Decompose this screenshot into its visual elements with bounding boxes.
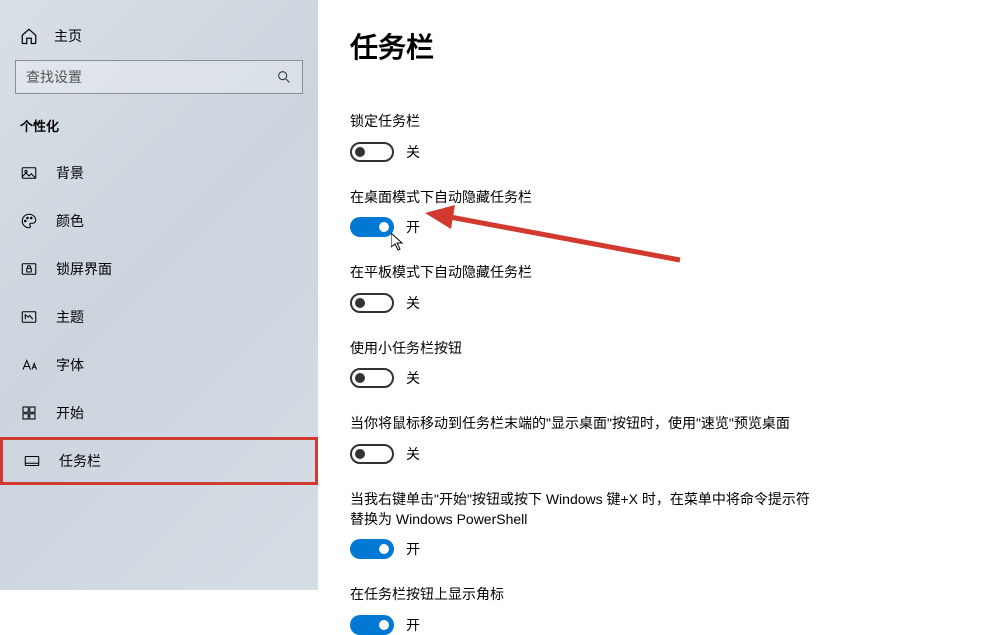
home-icon bbox=[20, 27, 38, 45]
toggle-small-buttons[interactable] bbox=[350, 368, 394, 388]
setting-lock-taskbar: 锁定任务栏 关 bbox=[350, 112, 948, 162]
sidebar-item-colors[interactable]: 颜色 bbox=[0, 197, 318, 245]
toggle-state: 开 bbox=[406, 615, 420, 635]
sidebar: 主页 个性化 背景 颜色 锁屏界面 主题 字体 开始 bbox=[0, 0, 318, 590]
search-input[interactable] bbox=[26, 69, 276, 85]
toggle-row: 关 bbox=[350, 444, 948, 464]
fonts-icon bbox=[20, 356, 38, 374]
picture-icon bbox=[20, 164, 38, 182]
toggle-state: 关 bbox=[406, 293, 420, 313]
sidebar-item-themes[interactable]: 主题 bbox=[0, 293, 318, 341]
toggle-row: 开 bbox=[350, 217, 948, 237]
sidebar-item-label: 任务栏 bbox=[59, 451, 101, 471]
themes-icon bbox=[20, 308, 38, 326]
setting-label: 锁定任务栏 bbox=[350, 112, 820, 132]
toggle-state: 关 bbox=[406, 368, 420, 388]
taskbar-icon bbox=[23, 452, 41, 470]
toggle-peek-desktop[interactable] bbox=[350, 444, 394, 464]
sidebar-item-label: 颜色 bbox=[56, 211, 84, 231]
sidebar-item-label: 开始 bbox=[56, 403, 84, 423]
toggle-show-badges[interactable] bbox=[350, 615, 394, 635]
setting-label: 当我右键单击"开始"按钮或按下 Windows 键+X 时，在菜单中将命令提示符… bbox=[350, 490, 820, 529]
sidebar-item-label: 背景 bbox=[56, 163, 84, 183]
toggle-state: 开 bbox=[406, 217, 420, 237]
setting-autohide-desktop: 在桌面模式下自动隐藏任务栏 开 bbox=[350, 188, 948, 238]
sidebar-item-lockscreen[interactable]: 锁屏界面 bbox=[0, 245, 318, 293]
sidebar-item-label: 主题 bbox=[56, 307, 84, 327]
sidebar-home-label: 主页 bbox=[54, 26, 82, 46]
setting-show-badges: 在任务栏按钮上显示角标 开 bbox=[350, 585, 948, 635]
toggle-row: 关 bbox=[350, 368, 948, 388]
setting-label: 当你将鼠标移动到任务栏末端的"显示桌面"按钮时，使用"速览"预览桌面 bbox=[350, 414, 820, 434]
sidebar-item-label: 字体 bbox=[56, 355, 84, 375]
toggle-powershell-replace[interactable] bbox=[350, 539, 394, 559]
start-icon bbox=[20, 404, 38, 422]
toggle-row: 关 bbox=[350, 293, 948, 313]
setting-powershell-replace: 当我右键单击"开始"按钮或按下 Windows 键+X 时，在菜单中将命令提示符… bbox=[350, 490, 948, 559]
toggle-state: 关 bbox=[406, 142, 420, 162]
sidebar-item-background[interactable]: 背景 bbox=[0, 149, 318, 197]
nav-list: 背景 颜色 锁屏界面 主题 字体 开始 任务栏 bbox=[0, 149, 318, 485]
search-icon bbox=[276, 69, 292, 85]
toggle-row: 开 bbox=[350, 615, 948, 635]
setting-label: 在平板模式下自动隐藏任务栏 bbox=[350, 263, 820, 283]
toggle-row: 关 bbox=[350, 142, 948, 162]
setting-autohide-tablet: 在平板模式下自动隐藏任务栏 关 bbox=[350, 263, 948, 313]
sidebar-item-fonts[interactable]: 字体 bbox=[0, 341, 318, 389]
setting-label: 在任务栏按钮上显示角标 bbox=[350, 585, 820, 605]
sidebar-home[interactable]: 主页 bbox=[0, 18, 318, 60]
toggle-lock-taskbar[interactable] bbox=[350, 142, 394, 162]
sidebar-section-label: 个性化 bbox=[0, 106, 318, 143]
toggle-autohide-desktop[interactable] bbox=[350, 217, 394, 237]
sidebar-item-label: 锁屏界面 bbox=[56, 259, 112, 279]
toggle-row: 开 bbox=[350, 539, 948, 559]
page-title: 任务栏 bbox=[350, 26, 948, 66]
setting-small-buttons: 使用小任务栏按钮 关 bbox=[350, 339, 948, 389]
toggle-state: 开 bbox=[406, 539, 420, 559]
toggle-autohide-tablet[interactable] bbox=[350, 293, 394, 313]
setting-label: 使用小任务栏按钮 bbox=[350, 339, 820, 359]
palette-icon bbox=[20, 212, 38, 230]
lockscreen-icon bbox=[20, 260, 38, 278]
search-box[interactable] bbox=[15, 60, 303, 94]
sidebar-item-taskbar[interactable]: 任务栏 bbox=[0, 437, 318, 485]
toggle-state: 关 bbox=[406, 444, 420, 464]
setting-peek-desktop: 当你将鼠标移动到任务栏末端的"显示桌面"按钮时，使用"速览"预览桌面 关 bbox=[350, 414, 948, 464]
content: 任务栏 锁定任务栏 关 在桌面模式下自动隐藏任务栏 开 在平板模式下自动隐藏任务… bbox=[318, 0, 988, 590]
search-wrap bbox=[15, 60, 303, 94]
setting-label: 在桌面模式下自动隐藏任务栏 bbox=[350, 188, 820, 208]
sidebar-item-start[interactable]: 开始 bbox=[0, 389, 318, 437]
